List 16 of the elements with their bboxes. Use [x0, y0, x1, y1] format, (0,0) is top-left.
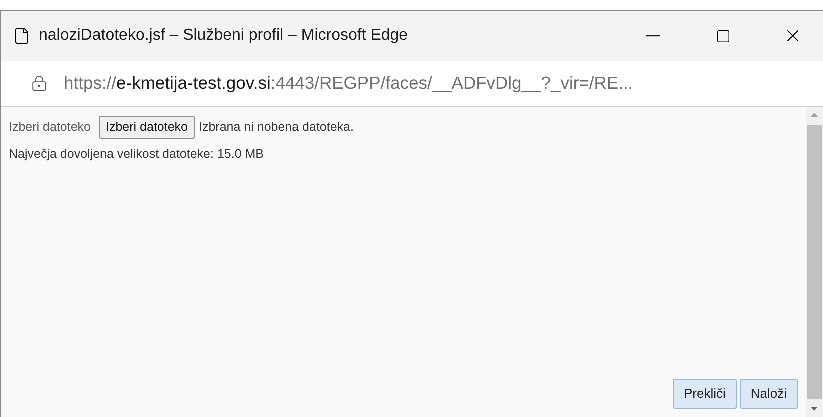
file-status: Izbrana ni nobena datoteka. — [199, 119, 354, 136]
scroll-thumb[interactable] — [807, 125, 822, 399]
scroll-down-icon[interactable] — [811, 407, 818, 411]
field-label: Izberi datoteko — [9, 119, 91, 136]
dialog-button[interactable]: Naloži — [740, 379, 798, 409]
maximize-icon — [716, 28, 730, 44]
lock-icon — [31, 75, 48, 92]
minimize-icon — [646, 35, 660, 37]
scrollbar[interactable] — [806, 107, 823, 417]
page-icon — [13, 27, 31, 45]
scroll-up-icon[interactable] — [811, 113, 818, 117]
size-note: Največja dovoljena velikost datoteke: 15.0 MB — [9, 146, 266, 163]
choose-file-button[interactable]: Izberi datoteko — [99, 116, 195, 139]
url-text[interactable]: https://e-kmetija-test.gov.si:4443/REGPP/faces/__ADFvDlg__?_vir=/RE... — [64, 70, 634, 97]
window-title: naloziDatoteko.jsf – Službeni profil – Microsoft Edge — [39, 26, 410, 46]
dialog-button[interactable]: Prekliči — [672, 379, 737, 409]
